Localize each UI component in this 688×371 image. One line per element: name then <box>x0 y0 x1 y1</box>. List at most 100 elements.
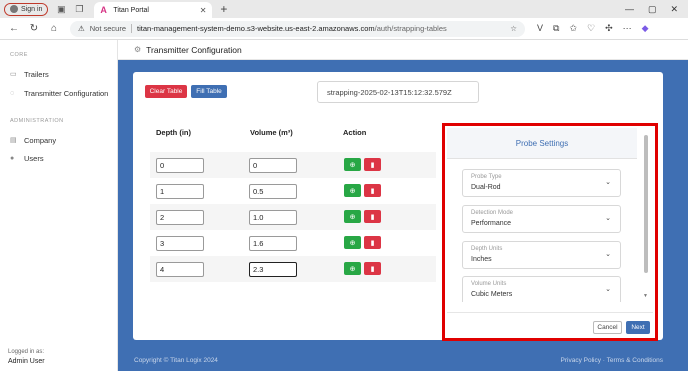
depth-input[interactable]: 3 <box>156 236 204 251</box>
sidebar-heading-core: CORE <box>10 52 28 58</box>
tab-title: Titan Portal <box>113 6 149 14</box>
depth-input[interactable]: 2 <box>156 210 204 225</box>
new-tab-button[interactable]: + <box>220 2 227 16</box>
copilot-icon[interactable]: ◆ <box>642 23 649 34</box>
sign-in-label: Sign in <box>21 5 43 13</box>
trash-icon: ▮ <box>370 187 375 195</box>
probe-panel-scrollbar[interactable]: ▼ <box>643 133 649 299</box>
trash-icon: ▮ <box>370 213 375 221</box>
probe-type-select[interactable]: Probe Type Dual-Rod ⌄ <box>462 169 621 197</box>
page-header: ⚙ Transmitter Configuration <box>118 40 688 60</box>
volume-input[interactable]: 2.3 <box>249 262 297 277</box>
delete-row-button[interactable]: ▮ <box>364 158 381 171</box>
delete-row-button[interactable]: ▮ <box>364 184 381 197</box>
extension-v-icon[interactable]: V <box>537 23 543 34</box>
back-icon[interactable]: ← <box>8 23 20 34</box>
maximize-icon[interactable]: ▢ <box>648 4 657 15</box>
logged-in-as-label: Logged in as: <box>8 349 45 355</box>
favorite-star-icon[interactable]: ☆ <box>510 24 517 33</box>
delete-row-button[interactable]: ▮ <box>364 210 381 223</box>
sidebar-item-transmitter-configuration[interactable]: ◌ Transmitter Configuration <box>10 89 108 98</box>
column-header-action: Action <box>343 128 367 137</box>
detection-mode-label: Detection Mode <box>471 210 514 216</box>
trash-icon: ▮ <box>370 265 375 273</box>
delete-row-button[interactable]: ▮ <box>364 236 381 249</box>
probe-type-label: Probe Type <box>471 174 502 180</box>
add-row-button[interactable]: ⊕ <box>344 158 361 171</box>
minimize-icon[interactable]: — <box>625 4 634 15</box>
collections-icon[interactable]: ▣ <box>56 4 66 14</box>
sidebar-item-label: Company <box>24 136 57 145</box>
sidebar-item-label: Transmitter Configuration <box>24 89 109 98</box>
depth-input[interactable]: 1 <box>156 184 204 199</box>
file-name-field[interactable]: strapping-2025-02-13T15:12:32.579Z <box>317 81 479 103</box>
detection-mode-select[interactable]: Detection Mode Performance ⌄ <box>462 205 621 233</box>
cancel-button[interactable]: Cancel <box>593 321 622 334</box>
sign-in-button[interactable]: Sign in <box>4 2 49 16</box>
volume-input[interactable]: 0 <box>249 158 297 173</box>
sidebar-item-trailers[interactable]: ▭ Trailers <box>10 70 49 79</box>
add-row-button[interactable]: ⊕ <box>344 184 361 197</box>
profile-icon <box>10 5 18 13</box>
clear-table-button[interactable]: Clear Table <box>145 85 187 98</box>
add-row-button[interactable]: ⊕ <box>344 210 361 223</box>
depth-input[interactable]: 0 <box>156 158 204 173</box>
sidebar-item-label: Trailers <box>24 70 49 79</box>
sidebar-item-company[interactable]: ▤ Company <box>10 136 56 145</box>
volume-input[interactable]: 0.5 <box>249 184 297 199</box>
address-bar-row: ← ↻ ⌂ ⚠ Not secure titan-management-syst… <box>0 18 688 40</box>
close-window-icon[interactable]: ✕ <box>670 4 678 15</box>
volume-units-label: Volume Units <box>471 281 507 287</box>
building-icon: ▤ <box>10 137 17 144</box>
users-icon: ● <box>10 155 15 162</box>
browser-essentials-icon[interactable]: ♡ <box>587 23 595 34</box>
footer-links[interactable]: Privacy Policy · Terms & Conditions <box>561 357 663 364</box>
tab-actions-icon[interactable]: ❐ <box>74 4 84 14</box>
extensions-icon[interactable]: ✣ <box>605 23 613 34</box>
table-row: 2 1.0 ⊕ ▮ <box>150 204 436 230</box>
favorites-icon[interactable]: ✩ <box>569 23 577 34</box>
trash-icon: ▮ <box>370 161 375 169</box>
split-screen-icon[interactable]: ⧉ <box>553 23 559 34</box>
close-tab-icon[interactable]: ✕ <box>200 6 207 15</box>
more-options-icon[interactable]: ⋯ <box>623 23 632 34</box>
chevron-down-icon: ⌄ <box>605 251 611 258</box>
add-row-button[interactable]: ⊕ <box>344 262 361 275</box>
delete-row-button[interactable]: ▮ <box>364 262 381 275</box>
scroll-down-icon[interactable]: ▼ <box>643 293 648 299</box>
browser-extensions: V ⧉ ✩ ♡ ✣ ⋯ ◆ <box>537 23 649 34</box>
volume-input[interactable]: 1.0 <box>249 210 297 225</box>
url-path: /auth/strapping-tables <box>374 24 447 33</box>
fill-table-button[interactable]: Fill Table <box>191 85 227 98</box>
sidebar-footer: Logged in as: Admin User <box>8 347 45 367</box>
volume-units-select[interactable]: Volume Units Cubic Meters ⌄ <box>462 276 621 302</box>
home-icon[interactable]: ⌂ <box>48 23 60 34</box>
table-row: 4 2.3 ⊕ ▮ <box>150 256 436 282</box>
titan-logo-icon: A <box>100 4 107 15</box>
trash-icon: ▮ <box>370 239 375 247</box>
trailer-icon: ▭ <box>10 71 17 78</box>
url-host: titan-management-system-demo.s3-website.… <box>137 24 375 33</box>
settings-icon: ⚙ <box>134 45 142 54</box>
browser-tab[interactable]: A Titan Portal ✕ <box>94 2 213 18</box>
copyright-text: Copyright © Titan Logix 2024 <box>134 357 218 364</box>
sidebar-heading-administration: ADMINISTRATION <box>10 118 64 124</box>
next-button[interactable]: Next <box>626 321 650 334</box>
volume-input[interactable]: 1.6 <box>249 236 297 251</box>
plus-circle-icon: ⊕ <box>349 161 356 169</box>
sidebar-item-users[interactable]: ● Users <box>10 154 44 163</box>
circle-icon: ◌ <box>10 90 15 97</box>
chevron-down-icon: ⌄ <box>605 286 611 293</box>
depth-units-label: Depth Units <box>471 246 503 252</box>
probe-settings-title: Probe Settings <box>447 128 637 159</box>
plus-circle-icon: ⊕ <box>349 239 356 247</box>
warning-icon: ⚠ <box>78 24 85 33</box>
refresh-icon[interactable]: ↻ <box>28 23 40 34</box>
scrollbar-thumb[interactable] <box>644 135 648 273</box>
table-row: 1 0.5 ⊕ ▮ <box>150 178 436 204</box>
url-field[interactable]: ⚠ Not secure titan-management-system-dem… <box>70 20 525 37</box>
depth-units-select[interactable]: Depth Units Inches ⌄ <box>462 241 621 269</box>
add-row-button[interactable]: ⊕ <box>344 236 361 249</box>
depth-input[interactable]: 4 <box>156 262 204 277</box>
depth-units-value: Inches <box>471 256 492 263</box>
